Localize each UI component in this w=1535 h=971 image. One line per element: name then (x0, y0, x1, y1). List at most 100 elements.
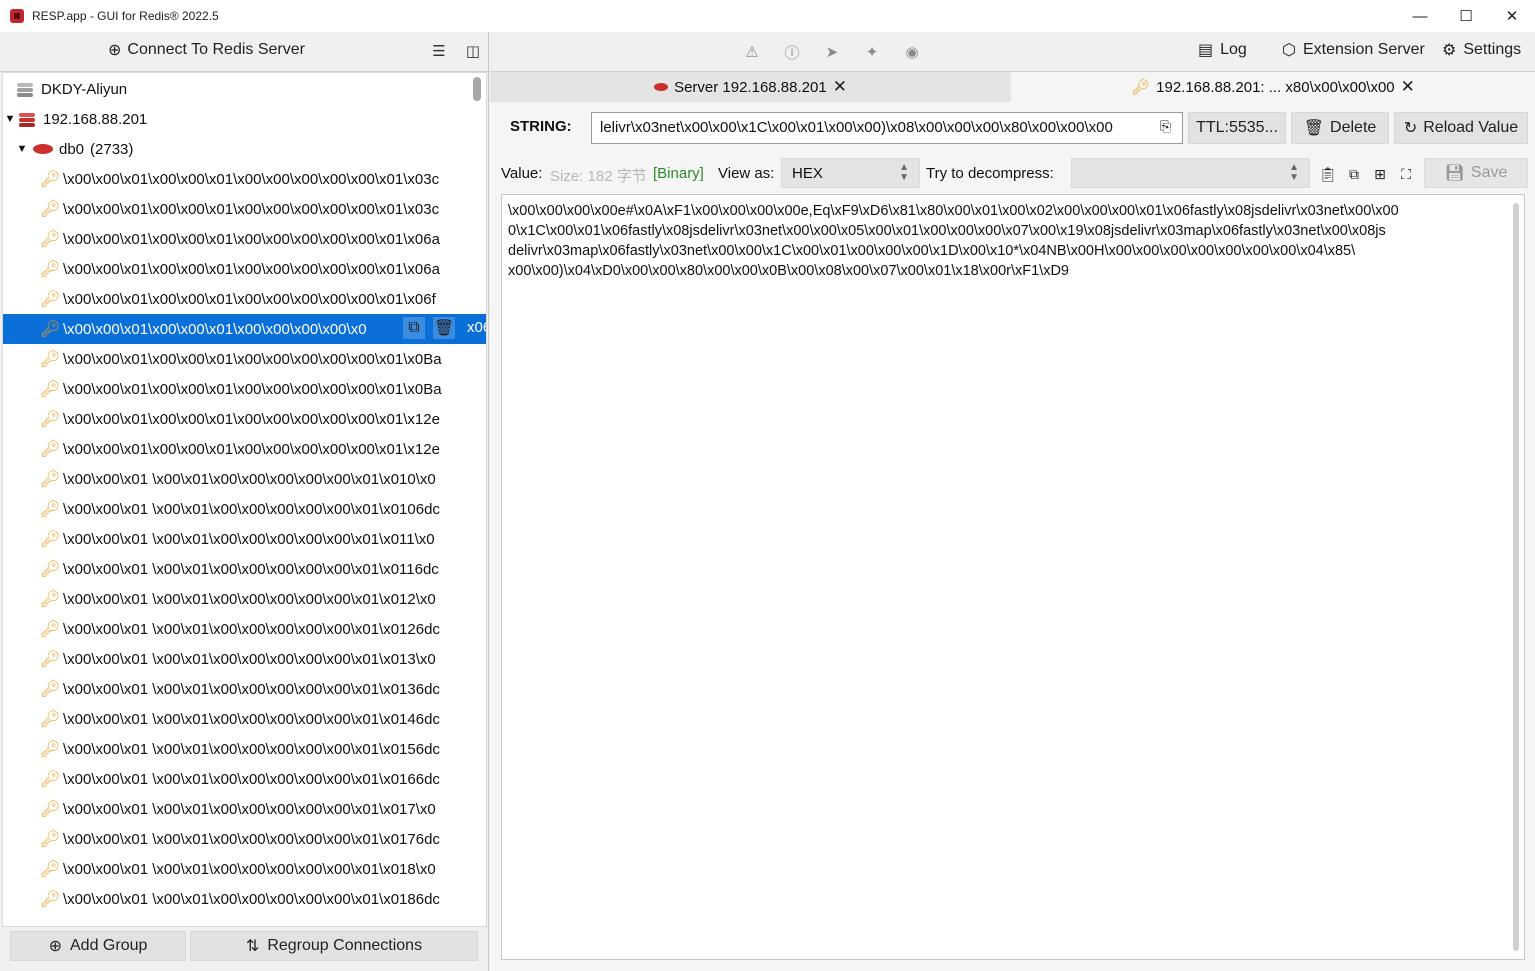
copy-value-icon[interactable]: 📋︎ (1318, 164, 1338, 184)
tab-server[interactable]: Server 192.168.88.201 ✕ (490, 72, 1011, 102)
panel-toggle-icon[interactable]: ◫ (464, 42, 482, 60)
minimize-button[interactable]: — (1397, 0, 1443, 32)
reload-value-button[interactable]: ↻ Reload Value (1394, 112, 1528, 144)
close-button[interactable]: ✕ (1489, 0, 1535, 32)
regroup-connections-button[interactable]: ⇅ Regroup Connections (190, 931, 478, 961)
connections-panel: ⊕ Connect To Redis Server ☰ ◫ DKDY-Aliyu… (0, 32, 489, 971)
log-label: Log (1220, 41, 1247, 58)
main-toolbar: ⚠ ⓘ ➤ ✦ ◉ ▤ Log ⬡ Extension Server ⚙ Set… (490, 32, 1535, 72)
key-icon: 🔑︎ (39, 351, 61, 368)
connection-dkdy-aliyun[interactable]: DKDY-Aliyun (3, 74, 486, 104)
view-as-select[interactable]: HEX ▲ ▼ (781, 158, 920, 188)
key-row[interactable]: 🔑︎ \x00\x00\x01\x00\x00\x01\x00\x00\x00\x… (3, 314, 486, 344)
key-row[interactable]: 🔑︎ \x00\x00\x01 \x00\x01\x00\x00\x00\x00\… (3, 614, 486, 644)
key-icon: 🔑︎ (39, 321, 61, 338)
close-tab-icon[interactable]: ✕ (1401, 77, 1415, 97)
key-name: \x00\x00\x01\x00\x00\x01\x00\x00\x00\x00… (63, 440, 440, 458)
key-row[interactable]: 🔑︎ \x00\x00\x01\x00\x00\x01\x00\x00\x00\x… (3, 254, 486, 284)
trash-icon[interactable]: 🗑︎ (433, 317, 455, 339)
key-row[interactable]: 🔑︎ \x00\x00\x01\x00\x00\x01\x00\x00\x00\x… (3, 164, 486, 194)
save-button[interactable]: 💾︎ Save (1424, 158, 1528, 188)
key-row[interactable]: 🔑︎ \x00\x00\x01 \x00\x01\x00\x00\x00\x00\… (3, 464, 486, 494)
connect-to-redis-button[interactable]: ⊕ Connect To Redis Server (108, 40, 305, 60)
value-size: Size: 182 字节 (550, 168, 647, 185)
trash-icon: 🗑︎ (1303, 120, 1325, 137)
expand-arrow-icon[interactable]: ▼ (15, 143, 29, 155)
key-name: \x00\x00\x01\x00\x00\x01\x00\x00\x00\x00… (63, 290, 436, 308)
key-row[interactable]: 🔑︎ \x00\x00\x01 \x00\x01\x00\x00\x00\x00\… (3, 764, 486, 794)
tab-key[interactable]: 🔑︎ 192.168.88.201: ... x80\x00\x00\x00 ✕ (1011, 72, 1535, 102)
key-row[interactable]: 🔑︎ \x00\x00\x01 \x00\x01\x00\x00\x00\x00\… (3, 554, 486, 584)
key-row[interactable]: 🔑︎ \x00\x00\x01 \x00\x01\x00\x00\x00\x00\… (3, 674, 486, 704)
connections-header: ⊕ Connect To Redis Server ☰ ◫ (0, 32, 488, 72)
extension-server-button[interactable]: ⬡ Extension Server (1282, 40, 1425, 60)
help-icon[interactable]: ⓘ (782, 42, 802, 62)
key-row[interactable]: 🔑︎ \x00\x00\x01\x00\x00\x01\x00\x00\x00\x… (3, 404, 486, 434)
key-row[interactable]: 🔑︎ \x00\x00\x01 \x00\x01\x00\x00\x00\x00\… (3, 524, 486, 554)
db-label: db0 (59, 140, 85, 158)
key-row[interactable]: 🔑︎ \x00\x00\x01 \x00\x01\x00\x00\x00\x00\… (3, 794, 486, 824)
connection-192-168-88-201[interactable]: ▼ 192.168.88.201 (3, 104, 486, 134)
format-code-icon[interactable]: ⧉ (1344, 164, 1364, 184)
fullscreen-icon[interactable]: ⛶ (1396, 164, 1416, 184)
spinner-arrows-icon: ▲ ▼ (899, 162, 909, 183)
database-db0[interactable]: ▼ db0 (2733) (3, 134, 486, 164)
app-logo-icon (10, 9, 24, 23)
key-name: \x00\x00\x01 \x00\x01\x00\x00\x00\x00\x0… (63, 560, 439, 578)
key-name: \x00\x00\x01 \x00\x01\x00\x00\x00\x00\x0… (63, 740, 440, 758)
maximize-button[interactable]: ☐ (1443, 0, 1489, 32)
key-row[interactable]: 🔑︎ \x00\x00\x01 \x00\x01\x00\x00\x00\x00\… (3, 704, 486, 734)
key-row[interactable]: 🔑︎ \x00\x00\x01 \x00\x01\x00\x00\x00\x00\… (3, 644, 486, 674)
add-group-button[interactable]: ⊕ Add Group (10, 931, 186, 961)
github-icon[interactable]: ◉ (902, 42, 922, 62)
copy-key-icon[interactable]: ⎘ (1160, 118, 1171, 135)
connect-label: Connect To Redis Server (127, 41, 305, 58)
warning-icon[interactable]: ⚠ (742, 42, 762, 62)
key-row[interactable]: 🔑︎ \x00\x00\x01 \x00\x01\x00\x00\x00\x00\… (3, 824, 486, 854)
value-editor[interactable]: \x00\x00\x00\x00e#\x0A\xF1\x00\x00\x00\x… (501, 194, 1525, 960)
key-row[interactable]: 🔑︎ \x00\x00\x01\x00\x00\x01\x00\x00\x00\x… (3, 224, 486, 254)
key-icon: 🔑︎ (39, 741, 61, 758)
log-button[interactable]: ▤ Log (1198, 40, 1247, 60)
delete-label: Delete (1330, 119, 1377, 136)
key-row[interactable]: 🔑︎ \x00\x00\x01 \x00\x01\x00\x00\x00\x00\… (3, 734, 486, 764)
key-row[interactable]: 🔑︎ \x00\x00\x01\x00\x00\x01\x00\x00\x00\x… (3, 374, 486, 404)
settings-button[interactable]: ⚙ Settings (1442, 40, 1521, 60)
copy-icon[interactable]: ⧉ (403, 317, 425, 339)
key-row[interactable]: 🔑︎ \x00\x00\x01\x00\x00\x01\x00\x00\x00\x… (3, 284, 486, 314)
spinner-arrows-icon: ▲ ▼ (1289, 162, 1299, 183)
key-name: \x00\x00\x01\x00\x00\x01\x00\x00\x00\x00… (63, 170, 440, 188)
key-row[interactable]: 🔑︎ \x00\x00\x01\x00\x00\x01\x00\x00\x00\x… (3, 344, 486, 374)
expand-arrow-icon[interactable]: ▼ (3, 113, 17, 125)
telegram-icon[interactable]: ➤ (822, 42, 842, 62)
key-row[interactable]: 🔑︎ \x00\x00\x01 \x00\x01\x00\x00\x00\x00\… (3, 854, 486, 884)
view-as-value: HEX (792, 164, 823, 182)
key-name-field[interactable]: lelivr\x03net\x00\x00\x1C\x00\x01\x00\x0… (591, 112, 1183, 144)
key-editor: STRING: lelivr\x03net\x00\x00\x1C\x00\x0… (490, 102, 1535, 971)
key-icon: 🔑︎ (39, 381, 61, 398)
list-view-icon[interactable]: ☰ (430, 42, 448, 60)
key-row[interactable]: 🔑︎ \x00\x00\x01 \x00\x01\x00\x00\x00\x00\… (3, 884, 486, 914)
key-icon: 🔑︎ (39, 501, 61, 518)
decompress-select[interactable]: ▲ ▼ (1071, 158, 1310, 188)
ttl-label: TTL:5535... (1196, 119, 1278, 136)
key-name: \x00\x00\x01\x00\x00\x01\x00\x00\x00\x00… (63, 350, 442, 368)
value-scrollbar[interactable] (1513, 203, 1519, 951)
key-row[interactable]: 🔑︎ \x00\x00\x01\x00\x00\x01\x00\x00\x00\x… (3, 194, 486, 224)
twitter-icon[interactable]: ✦ (862, 42, 882, 62)
binary-badge: [Binary] (653, 165, 704, 182)
key-icon: 🔑︎ (39, 201, 61, 218)
key-icon: 🔑︎ (39, 591, 61, 608)
delete-button[interactable]: 🗑︎ Delete (1291, 112, 1389, 144)
binary-file-icon[interactable]: ⊞ (1370, 164, 1390, 184)
key-row[interactable]: 🔑︎ \x00\x00\x01\x00\x00\x01\x00\x00\x00\x… (3, 434, 486, 464)
key-name: \x00\x00\x01\x00\x00\x01\x00\x00\x00\x00… (63, 320, 367, 338)
key-icon: 🔑︎ (39, 441, 61, 458)
ttl-button[interactable]: TTL:5535... (1188, 112, 1286, 144)
key-icon: 🔑︎ (39, 291, 61, 308)
key-row[interactable]: 🔑︎ \x00\x00\x01 \x00\x01\x00\x00\x00\x00\… (3, 584, 486, 614)
connection-label: DKDY-Aliyun (41, 80, 128, 98)
extension-server-label: Extension Server (1302, 41, 1425, 58)
close-tab-icon[interactable]: ✕ (833, 77, 847, 97)
key-row[interactable]: 🔑︎ \x00\x00\x01 \x00\x01\x00\x00\x00\x00\… (3, 494, 486, 524)
